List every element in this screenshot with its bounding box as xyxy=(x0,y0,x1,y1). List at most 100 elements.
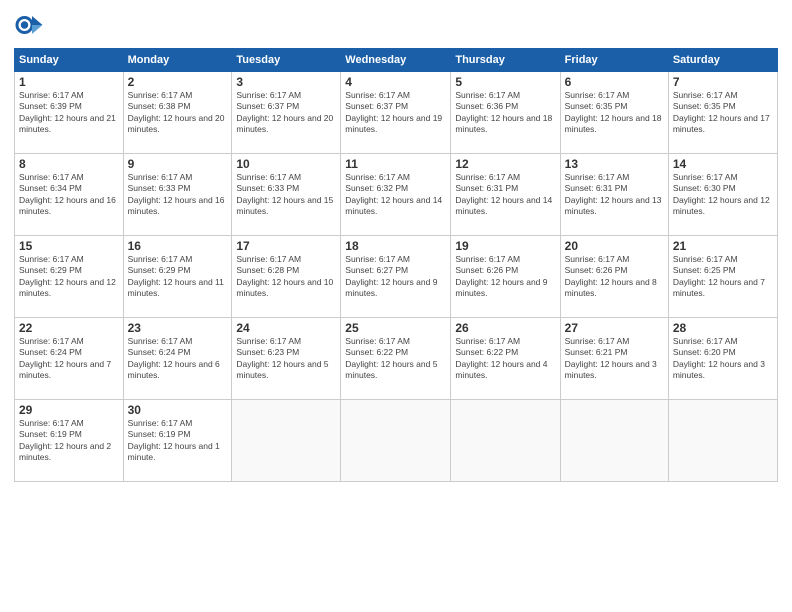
calendar-cell: 9Sunrise: 6:17 AM Sunset: 6:33 PM Daylig… xyxy=(123,154,232,236)
calendar-cell: 12Sunrise: 6:17 AM Sunset: 6:31 PM Dayli… xyxy=(451,154,560,236)
day-number: 10 xyxy=(236,157,336,171)
weekday-header-tuesday: Tuesday xyxy=(232,49,341,72)
day-info: Sunrise: 6:17 AM Sunset: 6:31 PM Dayligh… xyxy=(455,172,555,218)
day-number: 23 xyxy=(128,321,228,335)
calendar-cell: 29Sunrise: 6:17 AM Sunset: 6:19 PM Dayli… xyxy=(15,400,124,482)
calendar-cell: 28Sunrise: 6:17 AM Sunset: 6:20 PM Dayli… xyxy=(668,318,777,400)
day-info: Sunrise: 6:17 AM Sunset: 6:22 PM Dayligh… xyxy=(455,336,555,382)
calendar-cell xyxy=(560,400,668,482)
day-number: 18 xyxy=(345,239,446,253)
calendar-cell: 3Sunrise: 6:17 AM Sunset: 6:37 PM Daylig… xyxy=(232,72,341,154)
calendar-cell: 2Sunrise: 6:17 AM Sunset: 6:38 PM Daylig… xyxy=(123,72,232,154)
day-info: Sunrise: 6:17 AM Sunset: 6:24 PM Dayligh… xyxy=(19,336,119,382)
calendar-cell: 14Sunrise: 6:17 AM Sunset: 6:30 PM Dayli… xyxy=(668,154,777,236)
day-number: 5 xyxy=(455,75,555,89)
calendar-cell: 23Sunrise: 6:17 AM Sunset: 6:24 PM Dayli… xyxy=(123,318,232,400)
calendar-cell: 4Sunrise: 6:17 AM Sunset: 6:37 PM Daylig… xyxy=(341,72,451,154)
calendar-cell xyxy=(341,400,451,482)
day-info: Sunrise: 6:17 AM Sunset: 6:36 PM Dayligh… xyxy=(455,90,555,136)
calendar-cell: 25Sunrise: 6:17 AM Sunset: 6:22 PM Dayli… xyxy=(341,318,451,400)
calendar-cell: 18Sunrise: 6:17 AM Sunset: 6:27 PM Dayli… xyxy=(341,236,451,318)
calendar-cell: 17Sunrise: 6:17 AM Sunset: 6:28 PM Dayli… xyxy=(232,236,341,318)
calendar-cell: 5Sunrise: 6:17 AM Sunset: 6:36 PM Daylig… xyxy=(451,72,560,154)
day-number: 7 xyxy=(673,75,773,89)
weekday-header-sunday: Sunday xyxy=(15,49,124,72)
day-info: Sunrise: 6:17 AM Sunset: 6:29 PM Dayligh… xyxy=(128,254,228,300)
day-number: 21 xyxy=(673,239,773,253)
day-info: Sunrise: 6:17 AM Sunset: 6:27 PM Dayligh… xyxy=(345,254,446,300)
day-info: Sunrise: 6:17 AM Sunset: 6:37 PM Dayligh… xyxy=(236,90,336,136)
day-number: 28 xyxy=(673,321,773,335)
day-number: 8 xyxy=(19,157,119,171)
calendar-cell: 27Sunrise: 6:17 AM Sunset: 6:21 PM Dayli… xyxy=(560,318,668,400)
calendar-cell xyxy=(451,400,560,482)
calendar-cell: 1Sunrise: 6:17 AM Sunset: 6:39 PM Daylig… xyxy=(15,72,124,154)
day-number: 17 xyxy=(236,239,336,253)
day-info: Sunrise: 6:17 AM Sunset: 6:19 PM Dayligh… xyxy=(19,418,119,464)
calendar-week-5: 29Sunrise: 6:17 AM Sunset: 6:19 PM Dayli… xyxy=(15,400,778,482)
calendar-table: SundayMondayTuesdayWednesdayThursdayFrid… xyxy=(14,48,778,482)
page-header xyxy=(14,10,778,40)
weekday-header-saturday: Saturday xyxy=(668,49,777,72)
day-number: 30 xyxy=(128,403,228,417)
day-info: Sunrise: 6:17 AM Sunset: 6:26 PM Dayligh… xyxy=(455,254,555,300)
day-number: 12 xyxy=(455,157,555,171)
calendar-week-3: 15Sunrise: 6:17 AM Sunset: 6:29 PM Dayli… xyxy=(15,236,778,318)
day-info: Sunrise: 6:17 AM Sunset: 6:24 PM Dayligh… xyxy=(128,336,228,382)
day-number: 27 xyxy=(565,321,664,335)
day-number: 1 xyxy=(19,75,119,89)
calendar-cell: 11Sunrise: 6:17 AM Sunset: 6:32 PM Dayli… xyxy=(341,154,451,236)
day-info: Sunrise: 6:17 AM Sunset: 6:35 PM Dayligh… xyxy=(673,90,773,136)
calendar-page: SundayMondayTuesdayWednesdayThursdayFrid… xyxy=(0,0,792,612)
calendar-cell xyxy=(668,400,777,482)
day-info: Sunrise: 6:17 AM Sunset: 6:34 PM Dayligh… xyxy=(19,172,119,218)
calendar-cell: 10Sunrise: 6:17 AM Sunset: 6:33 PM Dayli… xyxy=(232,154,341,236)
calendar-cell: 22Sunrise: 6:17 AM Sunset: 6:24 PM Dayli… xyxy=(15,318,124,400)
day-number: 26 xyxy=(455,321,555,335)
day-number: 20 xyxy=(565,239,664,253)
calendar-cell: 6Sunrise: 6:17 AM Sunset: 6:35 PM Daylig… xyxy=(560,72,668,154)
day-number: 24 xyxy=(236,321,336,335)
calendar-cell: 24Sunrise: 6:17 AM Sunset: 6:23 PM Dayli… xyxy=(232,318,341,400)
calendar-cell: 16Sunrise: 6:17 AM Sunset: 6:29 PM Dayli… xyxy=(123,236,232,318)
day-info: Sunrise: 6:17 AM Sunset: 6:21 PM Dayligh… xyxy=(565,336,664,382)
day-number: 29 xyxy=(19,403,119,417)
calendar-cell: 26Sunrise: 6:17 AM Sunset: 6:22 PM Dayli… xyxy=(451,318,560,400)
calendar-cell: 13Sunrise: 6:17 AM Sunset: 6:31 PM Dayli… xyxy=(560,154,668,236)
day-info: Sunrise: 6:17 AM Sunset: 6:31 PM Dayligh… xyxy=(565,172,664,218)
day-info: Sunrise: 6:17 AM Sunset: 6:29 PM Dayligh… xyxy=(19,254,119,300)
day-number: 3 xyxy=(236,75,336,89)
day-number: 9 xyxy=(128,157,228,171)
calendar-cell xyxy=(232,400,341,482)
day-number: 16 xyxy=(128,239,228,253)
weekday-header-friday: Friday xyxy=(560,49,668,72)
calendar-cell: 8Sunrise: 6:17 AM Sunset: 6:34 PM Daylig… xyxy=(15,154,124,236)
day-info: Sunrise: 6:17 AM Sunset: 6:19 PM Dayligh… xyxy=(128,418,228,464)
calendar-week-4: 22Sunrise: 6:17 AM Sunset: 6:24 PM Dayli… xyxy=(15,318,778,400)
day-info: Sunrise: 6:17 AM Sunset: 6:25 PM Dayligh… xyxy=(673,254,773,300)
day-info: Sunrise: 6:17 AM Sunset: 6:23 PM Dayligh… xyxy=(236,336,336,382)
day-number: 22 xyxy=(19,321,119,335)
calendar-cell: 19Sunrise: 6:17 AM Sunset: 6:26 PM Dayli… xyxy=(451,236,560,318)
day-info: Sunrise: 6:17 AM Sunset: 6:38 PM Dayligh… xyxy=(128,90,228,136)
calendar-cell: 7Sunrise: 6:17 AM Sunset: 6:35 PM Daylig… xyxy=(668,72,777,154)
day-number: 14 xyxy=(673,157,773,171)
calendar-cell: 30Sunrise: 6:17 AM Sunset: 6:19 PM Dayli… xyxy=(123,400,232,482)
day-number: 19 xyxy=(455,239,555,253)
day-info: Sunrise: 6:17 AM Sunset: 6:26 PM Dayligh… xyxy=(565,254,664,300)
weekday-header-monday: Monday xyxy=(123,49,232,72)
day-info: Sunrise: 6:17 AM Sunset: 6:28 PM Dayligh… xyxy=(236,254,336,300)
day-info: Sunrise: 6:17 AM Sunset: 6:30 PM Dayligh… xyxy=(673,172,773,218)
calendar-cell: 15Sunrise: 6:17 AM Sunset: 6:29 PM Dayli… xyxy=(15,236,124,318)
day-number: 6 xyxy=(565,75,664,89)
weekday-header-thursday: Thursday xyxy=(451,49,560,72)
day-number: 15 xyxy=(19,239,119,253)
day-info: Sunrise: 6:17 AM Sunset: 6:22 PM Dayligh… xyxy=(345,336,446,382)
day-info: Sunrise: 6:17 AM Sunset: 6:35 PM Dayligh… xyxy=(565,90,664,136)
weekday-header-row: SundayMondayTuesdayWednesdayThursdayFrid… xyxy=(15,49,778,72)
day-number: 2 xyxy=(128,75,228,89)
logo-icon xyxy=(14,10,44,40)
day-info: Sunrise: 6:17 AM Sunset: 6:33 PM Dayligh… xyxy=(236,172,336,218)
calendar-week-1: 1Sunrise: 6:17 AM Sunset: 6:39 PM Daylig… xyxy=(15,72,778,154)
day-info: Sunrise: 6:17 AM Sunset: 6:20 PM Dayligh… xyxy=(673,336,773,382)
